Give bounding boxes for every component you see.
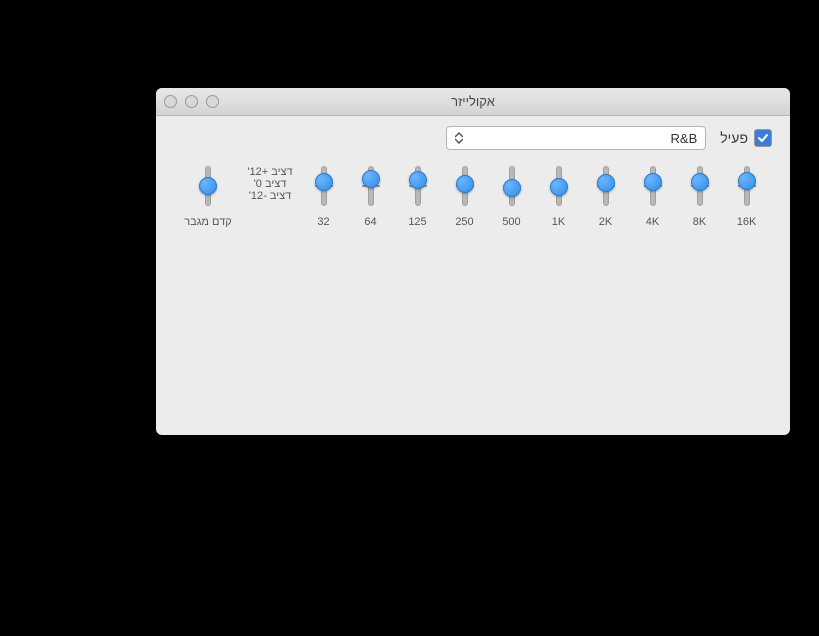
slider-thumb[interactable]	[456, 175, 474, 193]
scale-bottom: 'דציב -12	[244, 190, 296, 202]
band-slider-32[interactable]: 32	[302, 160, 346, 230]
band-slider-500[interactable]: 500	[490, 160, 534, 230]
scale-mid: 'דציב 0	[244, 178, 296, 190]
band-freq-label: 1K	[552, 216, 565, 230]
slider-thumb[interactable]	[362, 170, 380, 188]
zoom-icon[interactable]	[206, 95, 219, 108]
scale-labels: 'דציב +12 'דציב 0 'דציב -12	[240, 160, 300, 230]
slider-wrap[interactable]	[454, 166, 476, 206]
slider-thumb[interactable]	[409, 171, 427, 189]
slider-wrap[interactable]	[360, 166, 382, 206]
equalizer-window: אקולייזר פעיל R&B קדם מגבר 'ד	[156, 88, 790, 435]
preamp-section: קדם מגבר	[176, 160, 240, 230]
minimize-icon[interactable]	[185, 95, 198, 108]
slider-thumb[interactable]	[597, 174, 615, 192]
slider-thumb[interactable]	[199, 177, 217, 195]
slider-thumb[interactable]	[503, 179, 521, 197]
active-checkbox[interactable]	[754, 129, 772, 147]
slider-wrap[interactable]	[407, 166, 429, 206]
band-freq-label: 32	[317, 216, 329, 230]
preset-value: R&B	[671, 131, 698, 146]
slider-wrap[interactable]	[548, 166, 570, 206]
band-freq-label: 2K	[599, 216, 612, 230]
slider-wrap[interactable]	[642, 166, 664, 206]
band-slider-4K[interactable]: 4K	[631, 160, 675, 230]
slider-wrap[interactable]	[736, 166, 758, 206]
slider-thumb[interactable]	[550, 178, 568, 196]
band-freq-label: 250	[455, 216, 473, 230]
band-freq-label: 125	[408, 216, 426, 230]
band-freq-label: 8K	[693, 216, 706, 230]
band-slider-8K[interactable]: 8K	[678, 160, 722, 230]
titlebar: אקולייזר	[156, 88, 790, 116]
slider-wrap[interactable]	[689, 166, 711, 206]
band-slider-64[interactable]: 64	[349, 160, 393, 230]
band-slider-1K[interactable]: 1K	[537, 160, 581, 230]
slider-thumb[interactable]	[691, 173, 709, 191]
slider-thumb[interactable]	[738, 172, 756, 190]
active-label: פעיל	[720, 130, 748, 146]
slider-wrap[interactable]	[595, 166, 617, 206]
band-slider-125[interactable]: 125	[396, 160, 440, 230]
chevron-updown-icon	[451, 132, 467, 144]
band-slider-250[interactable]: 250	[443, 160, 487, 230]
slider-thumb[interactable]	[644, 173, 662, 191]
band-freq-label: 4K	[646, 216, 659, 230]
band-freq-label: 16K	[737, 216, 757, 230]
close-icon[interactable]	[164, 95, 177, 108]
band-freq-label: 500	[502, 216, 520, 230]
bands-section: 32 64 125 250 500 1K 2K 4K 8K 16K	[300, 160, 770, 230]
scale-top: 'דציב +12	[244, 166, 296, 178]
band-slider-16K[interactable]: 16K	[725, 160, 769, 230]
preamp-slider[interactable]	[197, 166, 219, 206]
band-freq-label: 64	[364, 216, 376, 230]
window-title: אקולייזר	[156, 94, 790, 109]
window-controls	[164, 95, 219, 108]
slider-wrap[interactable]	[501, 166, 523, 206]
checkmark-icon	[757, 132, 769, 144]
toolbar: פעיל R&B	[156, 116, 790, 156]
preamp-label: קדם מגבר	[184, 216, 231, 230]
band-slider-2K[interactable]: 2K	[584, 160, 628, 230]
slider-thumb[interactable]	[315, 173, 333, 191]
equalizer-area: קדם מגבר 'דציב +12 'דציב 0 'דציב -12 32 6…	[156, 156, 790, 246]
slider-wrap[interactable]	[313, 166, 335, 206]
preset-dropdown[interactable]: R&B	[446, 126, 706, 150]
active-checkbox-wrap[interactable]: פעיל	[720, 129, 772, 147]
